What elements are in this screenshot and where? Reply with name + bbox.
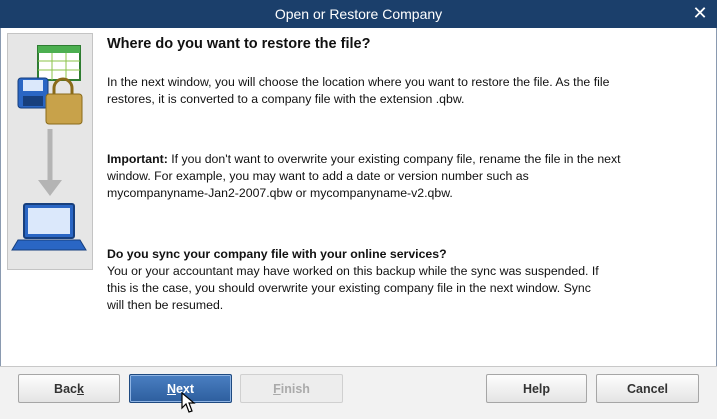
- important-note: Important: If you don't want to overwrit…: [107, 151, 627, 202]
- intro-text: In the next window, you will choose the …: [107, 75, 610, 106]
- finish-button[interactable]: Finish: [240, 374, 343, 403]
- close-icon[interactable]: ✕: [689, 2, 711, 24]
- laptop-icon: [11, 203, 87, 251]
- spreadsheet-icon: [37, 45, 81, 81]
- disk-icon: [17, 77, 49, 109]
- down-arrow-icon: [38, 129, 62, 196]
- sync-note: Do you sync your company file with your …: [107, 246, 607, 314]
- main-content: Where do you want to restore the file? I…: [107, 36, 627, 108]
- back-mnemonic: k: [76, 382, 84, 396]
- next-mnemonic: N: [166, 382, 176, 396]
- finish-label: inish: [280, 382, 310, 396]
- important-label: Important:: [107, 152, 168, 166]
- pointer-cursor-icon: [181, 392, 196, 413]
- heading: Where do you want to restore the file?: [107, 36, 371, 52]
- cancel-button[interactable]: Cancel: [596, 374, 699, 403]
- window-title: Open or Restore Company: [274, 6, 443, 22]
- restore-illustration: [7, 33, 93, 270]
- finish-mnemonic: F: [273, 382, 281, 396]
- back-label: Bac: [54, 382, 77, 396]
- title-bar: Open or Restore Company ✕: [0, 0, 717, 28]
- important-text: If you don't want to overwrite your exis…: [107, 152, 621, 200]
- back-button[interactable]: Back: [18, 374, 120, 403]
- sync-text: You or your accountant may have worked o…: [107, 264, 599, 312]
- help-button[interactable]: Help: [486, 374, 587, 403]
- sync-heading: Do you sync your company file with your …: [107, 247, 447, 261]
- lock-icon: [45, 77, 83, 125]
